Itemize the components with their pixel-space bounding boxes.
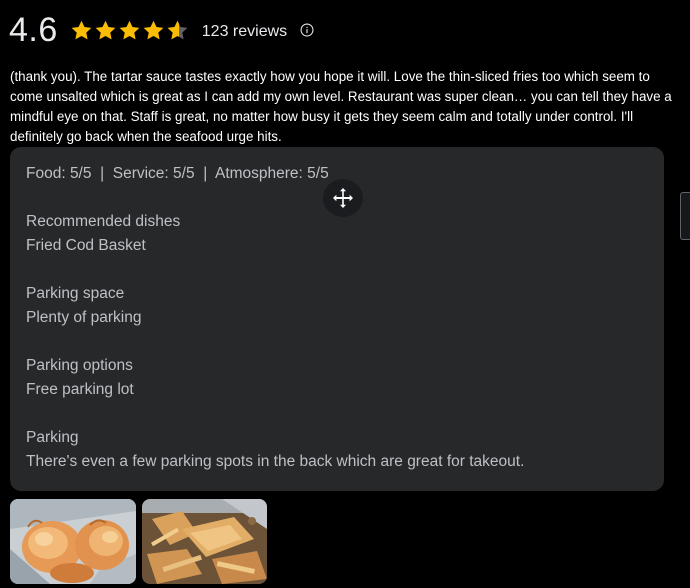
- side-panel-tab[interactable]: [680, 192, 690, 240]
- section-value-parking: There's even a few parking spots in the …: [26, 453, 525, 470]
- move-button[interactable]: [323, 179, 363, 217]
- star-icon: [71, 20, 92, 39]
- review-details-card: Food: 5/5 | Service: 5/5 | Atmosphere: 5…: [10, 147, 664, 491]
- review-count[interactable]: 123 reviews: [202, 23, 287, 41]
- half-star-icon: [167, 20, 188, 39]
- section-value-parking-space: Plenty of parking: [26, 309, 142, 326]
- star-rating: [70, 10, 190, 50]
- section-heading-recommended-dishes: Recommended dishes: [26, 213, 181, 230]
- sub-ratings: Food: 5/5 | Service: 5/5 | Atmosphere: 5…: [26, 165, 329, 182]
- review-photo-fried-shrimp[interactable]: [10, 499, 136, 584]
- section-heading-parking-space: Parking space: [26, 285, 125, 302]
- fried-fish-and-fries-photo: [142, 499, 267, 584]
- section-heading-parking: Parking: [26, 429, 79, 446]
- star-icon: [119, 20, 140, 39]
- review-photo-fried-fish[interactable]: [142, 499, 267, 584]
- move-icon: [333, 188, 353, 208]
- fried-shrimp-photo: [10, 499, 136, 584]
- section-value-parking-options: Free parking lot: [26, 381, 134, 398]
- section-value-recommended-dishes: Fried Cod Basket: [26, 237, 146, 254]
- star-icon: [143, 20, 164, 39]
- review-text: (thank you). The tartar sauce tastes exa…: [10, 69, 672, 144]
- rating-header: 4.6 123 reviews: [9, 10, 314, 50]
- rating-score: 4.6: [9, 11, 58, 49]
- section-heading-parking-options: Parking options: [26, 357, 133, 374]
- info-icon[interactable]: [300, 23, 314, 37]
- star-icon: [95, 20, 116, 39]
